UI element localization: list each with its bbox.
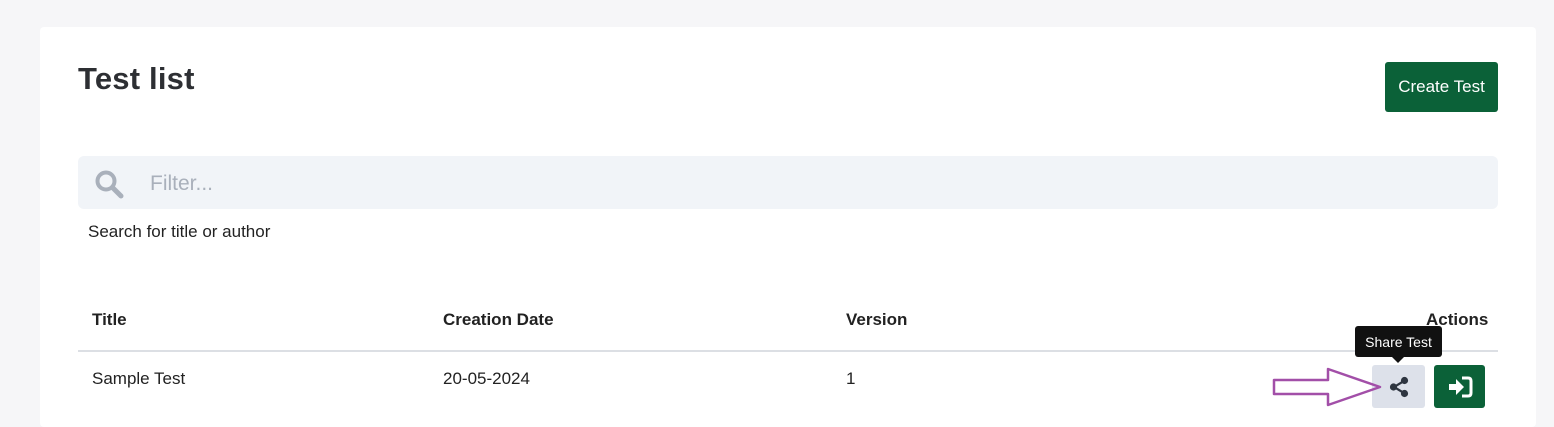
column-header-creation-date: Creation Date (443, 310, 554, 329)
search-icon (95, 170, 124, 199)
cell-creation-date: 20-05-2024 (443, 369, 530, 388)
share-icon (1389, 376, 1408, 397)
search-input[interactable] (148, 164, 1482, 204)
column-header-title: Title (92, 310, 127, 329)
annotation-arrow-icon (1272, 367, 1382, 407)
column-header-version: Version (846, 310, 908, 329)
cell-version: 1 (846, 369, 856, 388)
search-bar[interactable] (78, 156, 1498, 209)
tooltip-caret (1392, 357, 1404, 363)
test-list-card: Test list Create Test Search for title o… (40, 27, 1536, 427)
sign-in-icon (1448, 376, 1472, 397)
search-hint: Search for title or author (88, 222, 271, 241)
table-header-divider (78, 350, 1498, 352)
page-title: Test list (78, 61, 195, 96)
cell-title: Sample Test (92, 369, 186, 388)
open-test-button[interactable] (1434, 365, 1485, 408)
create-test-button[interactable]: Create Test (1385, 62, 1498, 112)
share-test-tooltip: Share Test (1355, 326, 1442, 357)
